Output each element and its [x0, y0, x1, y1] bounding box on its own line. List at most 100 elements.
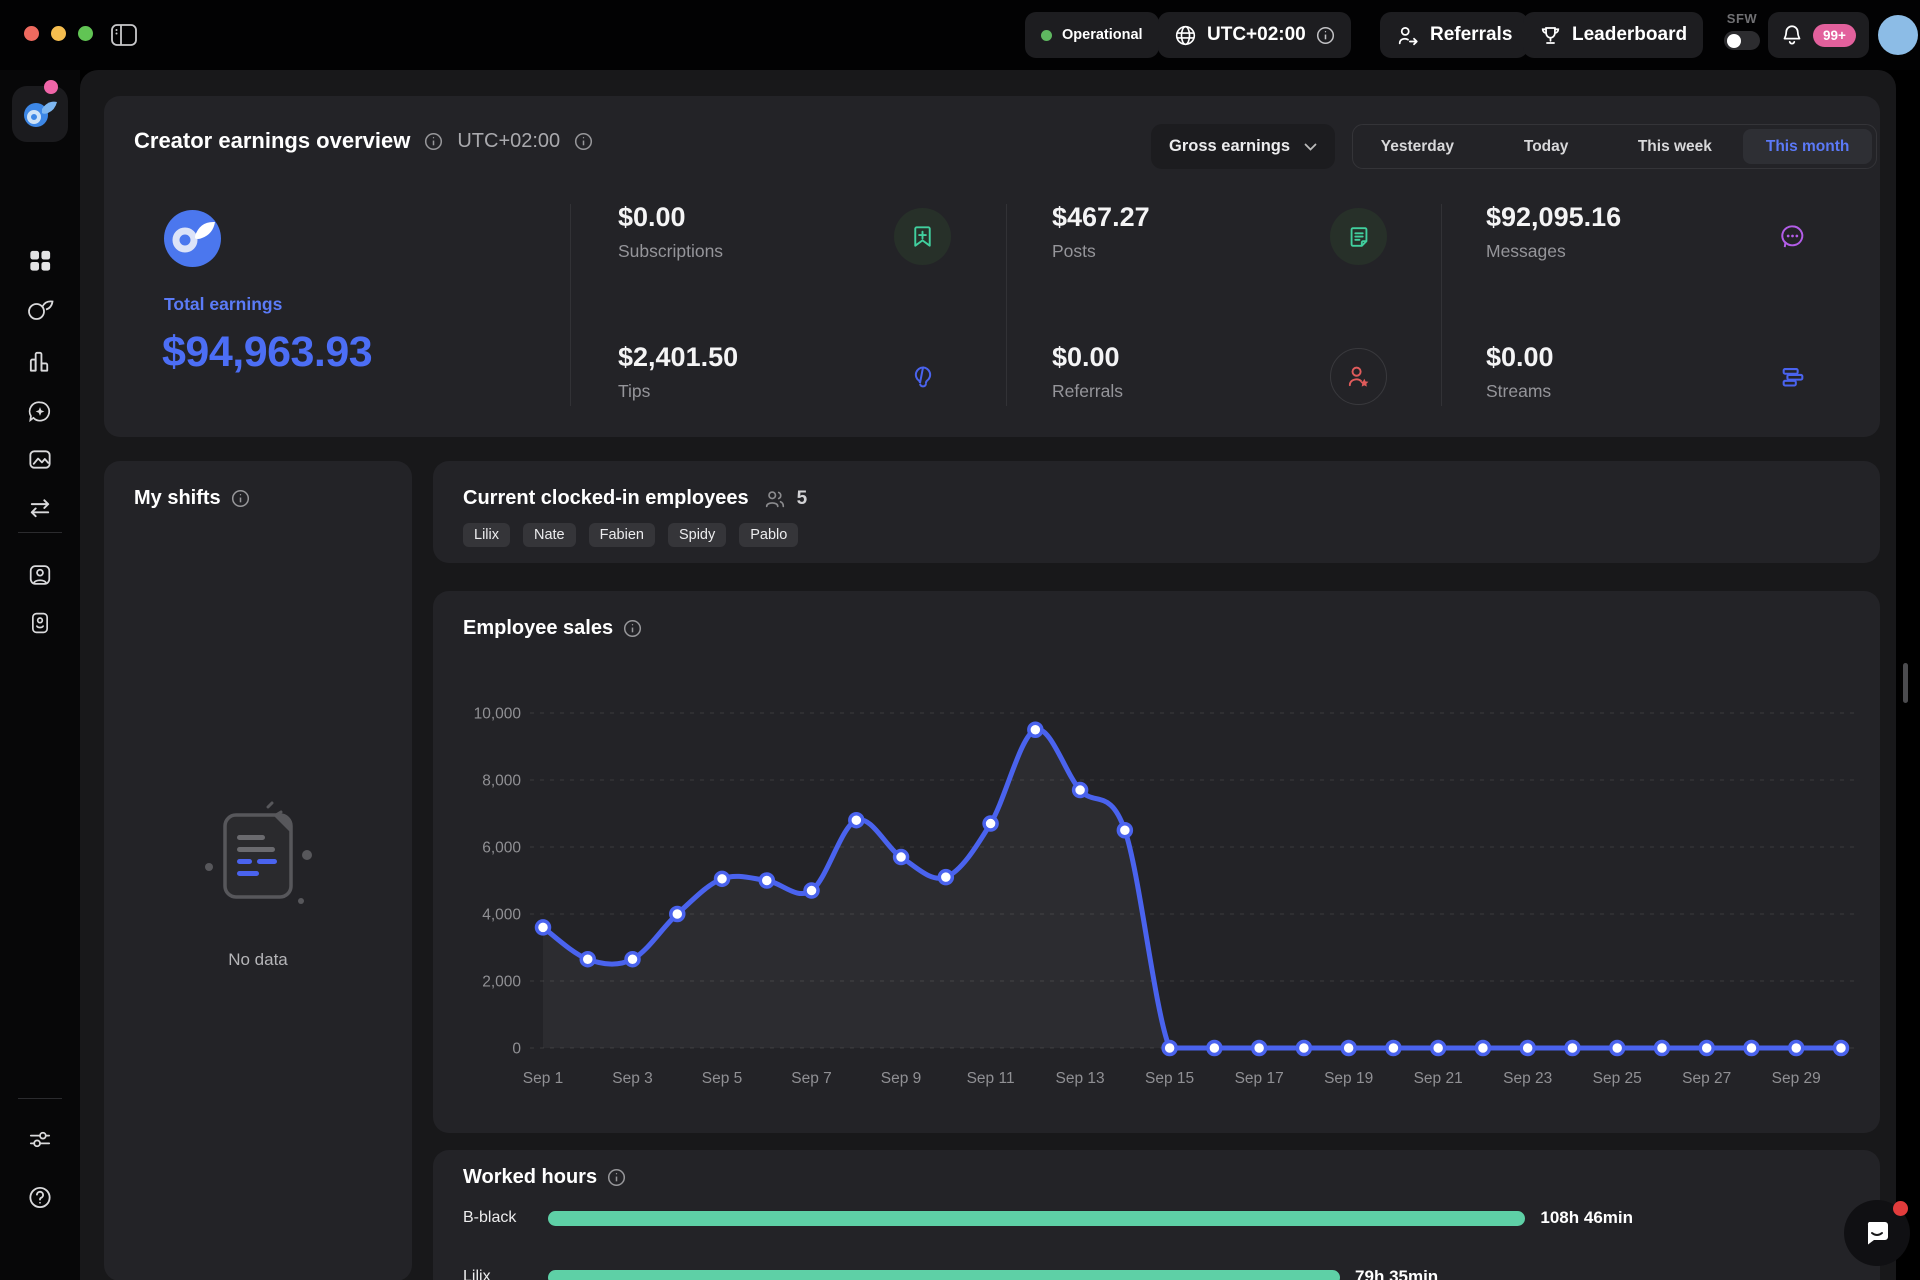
- divider: [1006, 204, 1007, 406]
- no-data-placeholder: No data: [104, 801, 412, 970]
- svg-text:10,000: 10,000: [474, 706, 522, 723]
- svg-text:Sep 25: Sep 25: [1593, 1070, 1642, 1087]
- tab-this-month[interactable]: This month: [1743, 129, 1872, 164]
- info-icon[interactable]: [607, 1168, 626, 1187]
- worked-hours-card: Worked hours B-black108h 46minLilix79h 3…: [433, 1150, 1880, 1280]
- svg-text:Sep 1: Sep 1: [523, 1070, 564, 1087]
- leaderboard-button[interactable]: Leaderboard: [1523, 12, 1703, 58]
- window-minimize-button[interactable]: [51, 26, 66, 41]
- tab-yesterday[interactable]: Yesterday: [1353, 125, 1482, 168]
- gross-earnings-dropdown[interactable]: Gross earnings: [1151, 124, 1335, 169]
- referrals-button[interactable]: Referrals: [1380, 12, 1528, 58]
- tab-this-week[interactable]: This week: [1611, 125, 1740, 168]
- divider: [1441, 204, 1442, 406]
- svg-text:Sep 9: Sep 9: [881, 1070, 922, 1087]
- user-avatar[interactable]: [1878, 15, 1918, 55]
- sidebar-toggle-icon[interactable]: [110, 22, 138, 53]
- onlyfans-icon[interactable]: [26, 298, 54, 322]
- earnings-timezone: UTC+02:00: [457, 130, 560, 153]
- stat-value: $92,095.16: [1486, 202, 1621, 233]
- earnings-title: Creator earnings overview: [134, 128, 410, 154]
- svg-text:Sep 7: Sep 7: [791, 1070, 832, 1087]
- bell-icon: [1781, 23, 1803, 47]
- my-shifts-title: My shifts: [134, 487, 221, 510]
- notification-count-badge: 99+: [1813, 24, 1856, 47]
- employee-chip: Spidy: [668, 523, 726, 547]
- status-pill[interactable]: Operational: [1025, 12, 1159, 58]
- sidebar-app-logo[interactable]: [12, 86, 68, 142]
- logo-notification-dot: [44, 80, 58, 94]
- timezone-text: UTC+02:00: [1207, 24, 1306, 46]
- chat-sparkle-icon[interactable]: [27, 398, 54, 425]
- svg-text:Sep 17: Sep 17: [1235, 1070, 1284, 1087]
- svg-text:6,000: 6,000: [482, 840, 521, 857]
- help-icon[interactable]: [27, 1184, 54, 1211]
- employee-sales-chart: 02,0004,0006,0008,00010,000Sep 1Sep 3Sep…: [433, 591, 1880, 1133]
- notifications-button[interactable]: 99+: [1768, 12, 1869, 58]
- scrollbar-thumb[interactable]: [1903, 663, 1908, 703]
- info-icon[interactable]: [424, 132, 443, 151]
- sfw-label: SFW: [1720, 11, 1764, 26]
- clocked-in-card: Current clocked-in employees 5 LilixNate…: [433, 461, 1880, 563]
- employee-sales-card: Employee sales 02,0004,0006,0008,00010,0…: [433, 591, 1880, 1133]
- info-icon[interactable]: [231, 489, 250, 508]
- creator-earnings-card: Creator earnings overview UTC+02:00 Gros…: [104, 96, 1880, 437]
- person-arrow-icon: [1396, 24, 1420, 47]
- window-zoom-button[interactable]: [78, 26, 93, 41]
- media-icon[interactable]: [27, 446, 54, 473]
- stat-value: $467.27: [1052, 202, 1150, 233]
- clocked-in-title: Current clocked-in employees: [463, 487, 749, 510]
- svg-text:Sep 21: Sep 21: [1414, 1070, 1463, 1087]
- info-icon[interactable]: [1316, 26, 1335, 45]
- chat-dots-icon: [1764, 208, 1821, 265]
- svg-text:4,000: 4,000: [482, 907, 521, 924]
- stat-label: Referrals: [1052, 381, 1123, 402]
- dashboard-grid-icon[interactable]: [27, 247, 54, 274]
- no-data-document-icon: [173, 801, 343, 931]
- svg-text:Sep 27: Sep 27: [1682, 1070, 1731, 1087]
- total-earnings-label: Total earnings: [164, 294, 282, 314]
- employee-name: Lilix: [463, 1268, 533, 1280]
- sidebar-bottom-divider: [18, 1098, 62, 1099]
- timezone-pill[interactable]: UTC+02:00: [1158, 12, 1351, 58]
- chat-bubble-icon: [1861, 1217, 1893, 1249]
- stat-label: Streams: [1486, 381, 1554, 402]
- app-logo-icon: [22, 99, 58, 129]
- svg-text:Sep 13: Sep 13: [1056, 1070, 1105, 1087]
- employee-name: B-black: [463, 1209, 533, 1227]
- transfer-arrows-icon[interactable]: [27, 494, 54, 521]
- svg-text:Sep 19: Sep 19: [1324, 1070, 1373, 1087]
- employee-chip: Lilix: [463, 523, 510, 547]
- svg-text:Sep 11: Sep 11: [967, 1070, 1015, 1087]
- hours-bar: [548, 1211, 1525, 1226]
- info-icon[interactable]: [574, 132, 593, 151]
- referrals-label: Referrals: [1430, 24, 1512, 46]
- svg-text:8,000: 8,000: [482, 773, 521, 790]
- no-data-text: No data: [104, 950, 412, 970]
- people-icon: [763, 488, 787, 510]
- tab-today[interactable]: Today: [1482, 125, 1611, 168]
- chat-notification-dot: [1893, 1201, 1908, 1216]
- sfw-toggle[interactable]: [1724, 31, 1760, 50]
- trophy-icon: [1539, 24, 1562, 47]
- contact-card-icon[interactable]: [27, 562, 53, 588]
- stat-value: $0.00: [1052, 342, 1123, 373]
- bar-chart-icon[interactable]: [27, 348, 54, 375]
- streams-icon: [1764, 348, 1821, 405]
- svg-text:2,000: 2,000: [482, 974, 521, 991]
- stat-label: Subscriptions: [618, 241, 723, 262]
- worked-hours-row: Lilix79h 35min: [463, 1263, 1850, 1280]
- hours-value: 108h 46min: [1540, 1208, 1633, 1228]
- employee-chips: LilixNateFabienSpidyPablo: [463, 523, 798, 547]
- window-close-button[interactable]: [24, 26, 39, 41]
- id-badge-icon[interactable]: [28, 610, 53, 636]
- total-earnings-value: $94,963.93: [162, 328, 372, 376]
- svg-text:0: 0: [512, 1041, 521, 1058]
- stat-value: $0.00: [618, 202, 723, 233]
- sfw-control: SFW: [1720, 11, 1764, 50]
- svg-text:Sep 29: Sep 29: [1772, 1070, 1821, 1087]
- sliders-icon[interactable]: [27, 1126, 54, 1153]
- employee-chip: Fabien: [589, 523, 655, 547]
- main-content: Creator earnings overview UTC+02:00 Gros…: [80, 70, 1896, 1280]
- lightbulb-icon: [894, 348, 951, 405]
